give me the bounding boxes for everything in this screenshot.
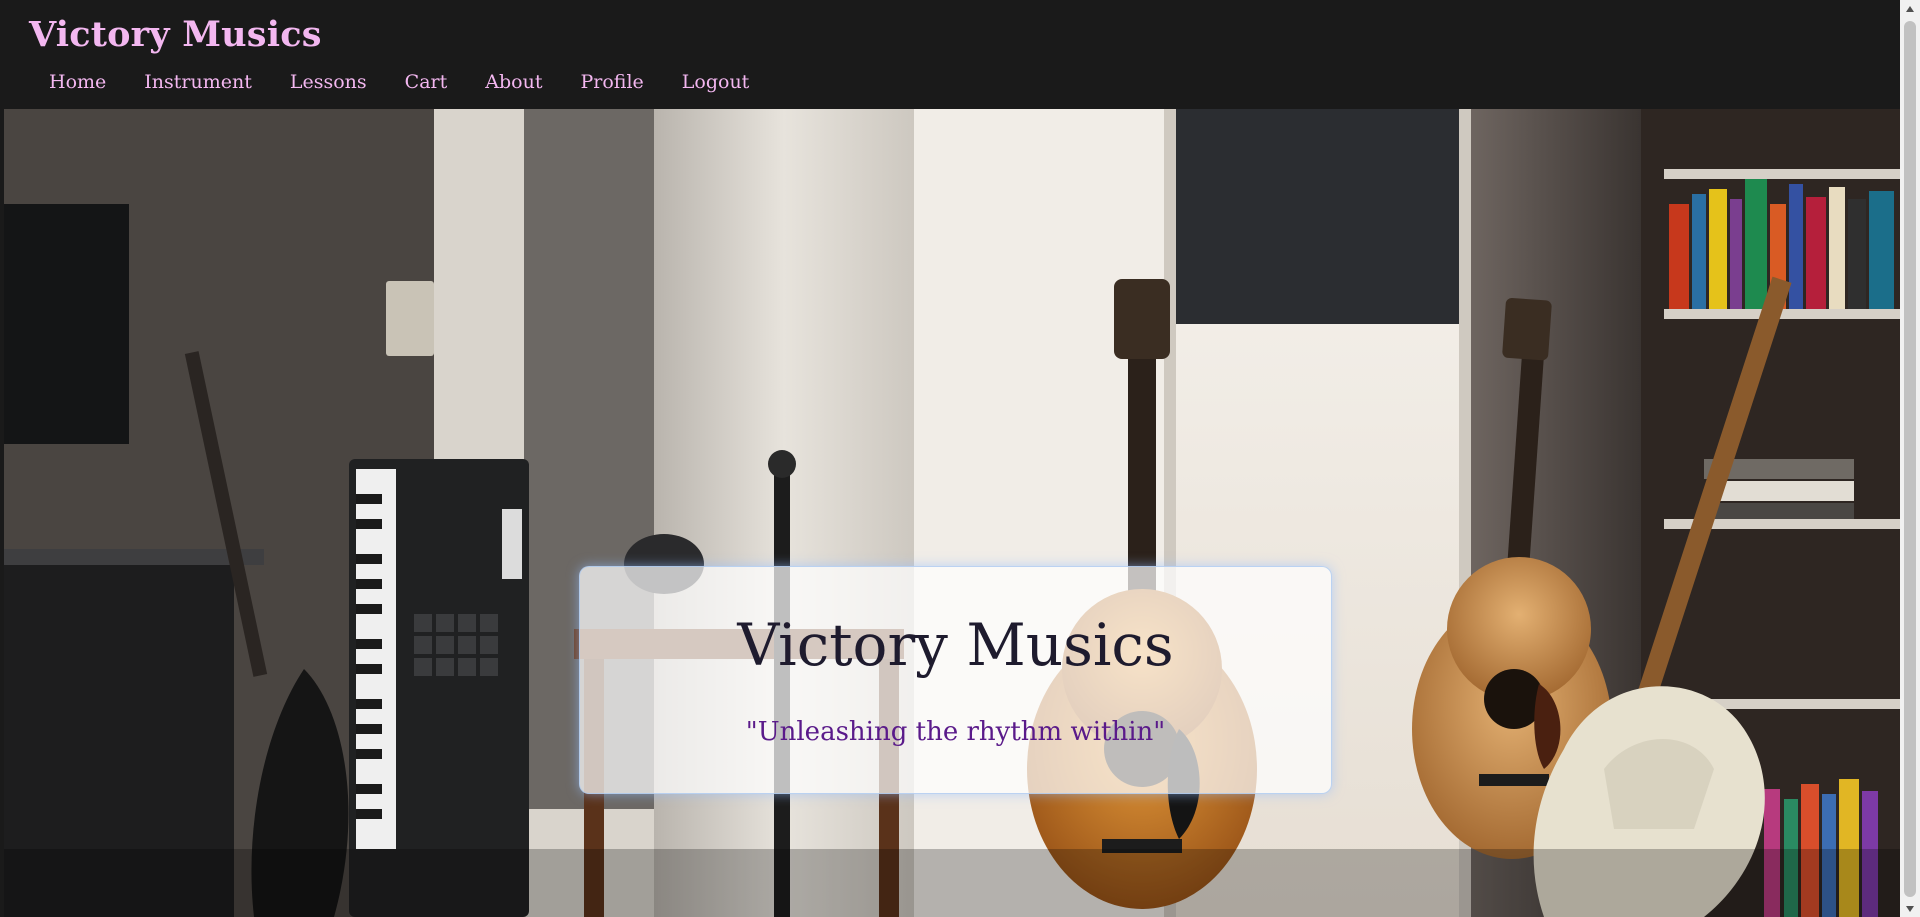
hero-title: Victory Musics bbox=[737, 611, 1174, 679]
scrollbar-thumb[interactable] bbox=[1904, 21, 1916, 897]
site-brand[interactable]: Victory Musics bbox=[29, 14, 322, 55]
nav-link-home[interactable]: Home bbox=[30, 69, 125, 95]
nav-link-instrument[interactable]: Instrument bbox=[125, 69, 271, 95]
triangle-up-icon[interactable] bbox=[1900, 0, 1920, 17]
nav-link-cart[interactable]: Cart bbox=[386, 69, 467, 95]
page: Victory Musics Home Instrument Lessons C… bbox=[0, 0, 1920, 917]
nav-link-about[interactable]: About bbox=[466, 69, 561, 95]
hero-background-image bbox=[4, 109, 1900, 917]
site-header: Victory Musics Home Instrument Lessons C… bbox=[0, 0, 1900, 109]
hero-card: Victory Musics "Unleashing the rhythm wi… bbox=[579, 566, 1332, 794]
nav-link-profile[interactable]: Profile bbox=[561, 69, 662, 95]
nav-link-logout[interactable]: Logout bbox=[663, 69, 769, 95]
main-nav: Home Instrument Lessons Cart About Profi… bbox=[30, 69, 768, 95]
triangle-down-icon[interactable] bbox=[1900, 900, 1920, 917]
hero-tagline: "Unleashing the rhythm within" bbox=[745, 717, 1166, 747]
vertical-scrollbar[interactable] bbox=[1900, 0, 1920, 917]
nav-link-lessons[interactable]: Lessons bbox=[271, 69, 386, 95]
hero-section: Victory Musics "Unleashing the rhythm wi… bbox=[4, 109, 1900, 917]
